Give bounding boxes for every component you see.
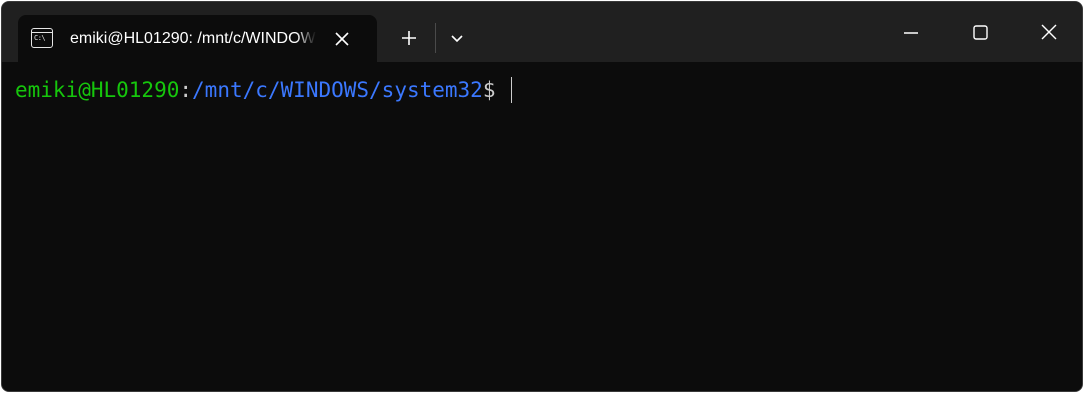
tab-dropdown-button[interactable] xyxy=(445,26,469,50)
scrollbar[interactable] xyxy=(1076,66,1080,386)
terminal-icon-glyph: C:\ xyxy=(34,34,46,42)
close-icon xyxy=(1041,24,1057,40)
maximize-button[interactable] xyxy=(948,2,1014,62)
tab-terminal[interactable]: C:\ emiki@HL01290: /mnt/c/WINDOWS/system… xyxy=(18,15,377,62)
window-close-button[interactable] xyxy=(1016,2,1082,62)
tab-title: emiki@HL01290: /mnt/c/WINDOWS/system32 xyxy=(70,30,316,47)
terminal-window: C:\ emiki@HL01290: /mnt/c/WINDOWS/system… xyxy=(1,1,1083,392)
prompt-line: emiki@HL01290:/mnt/c/WINDOWS/system32$ xyxy=(15,77,513,103)
terminal-icon: C:\ xyxy=(31,28,53,48)
terminal-output[interactable]: emiki@HL01290:/mnt/c/WINDOWS/system32$ xyxy=(2,62,1082,391)
close-icon xyxy=(335,32,349,46)
tab-close-button[interactable] xyxy=(331,28,353,50)
maximize-icon xyxy=(973,25,988,40)
title-bar[interactable]: C:\ emiki@HL01290: /mnt/c/WINDOWS/system… xyxy=(2,2,1082,62)
prompt-separator: : xyxy=(179,78,193,102)
prompt-symbol: $ xyxy=(482,78,496,102)
tab-divider xyxy=(435,23,436,53)
text-cursor xyxy=(511,77,513,103)
plus-icon xyxy=(402,31,416,45)
new-tab-button[interactable] xyxy=(395,26,423,50)
minimize-button[interactable] xyxy=(878,2,944,62)
prompt-user-host: emiki@HL01290 xyxy=(15,78,180,102)
prompt-path: /mnt/c/WINDOWS/system32 xyxy=(192,78,483,102)
minimize-icon xyxy=(904,32,918,34)
chevron-down-icon xyxy=(451,35,463,43)
